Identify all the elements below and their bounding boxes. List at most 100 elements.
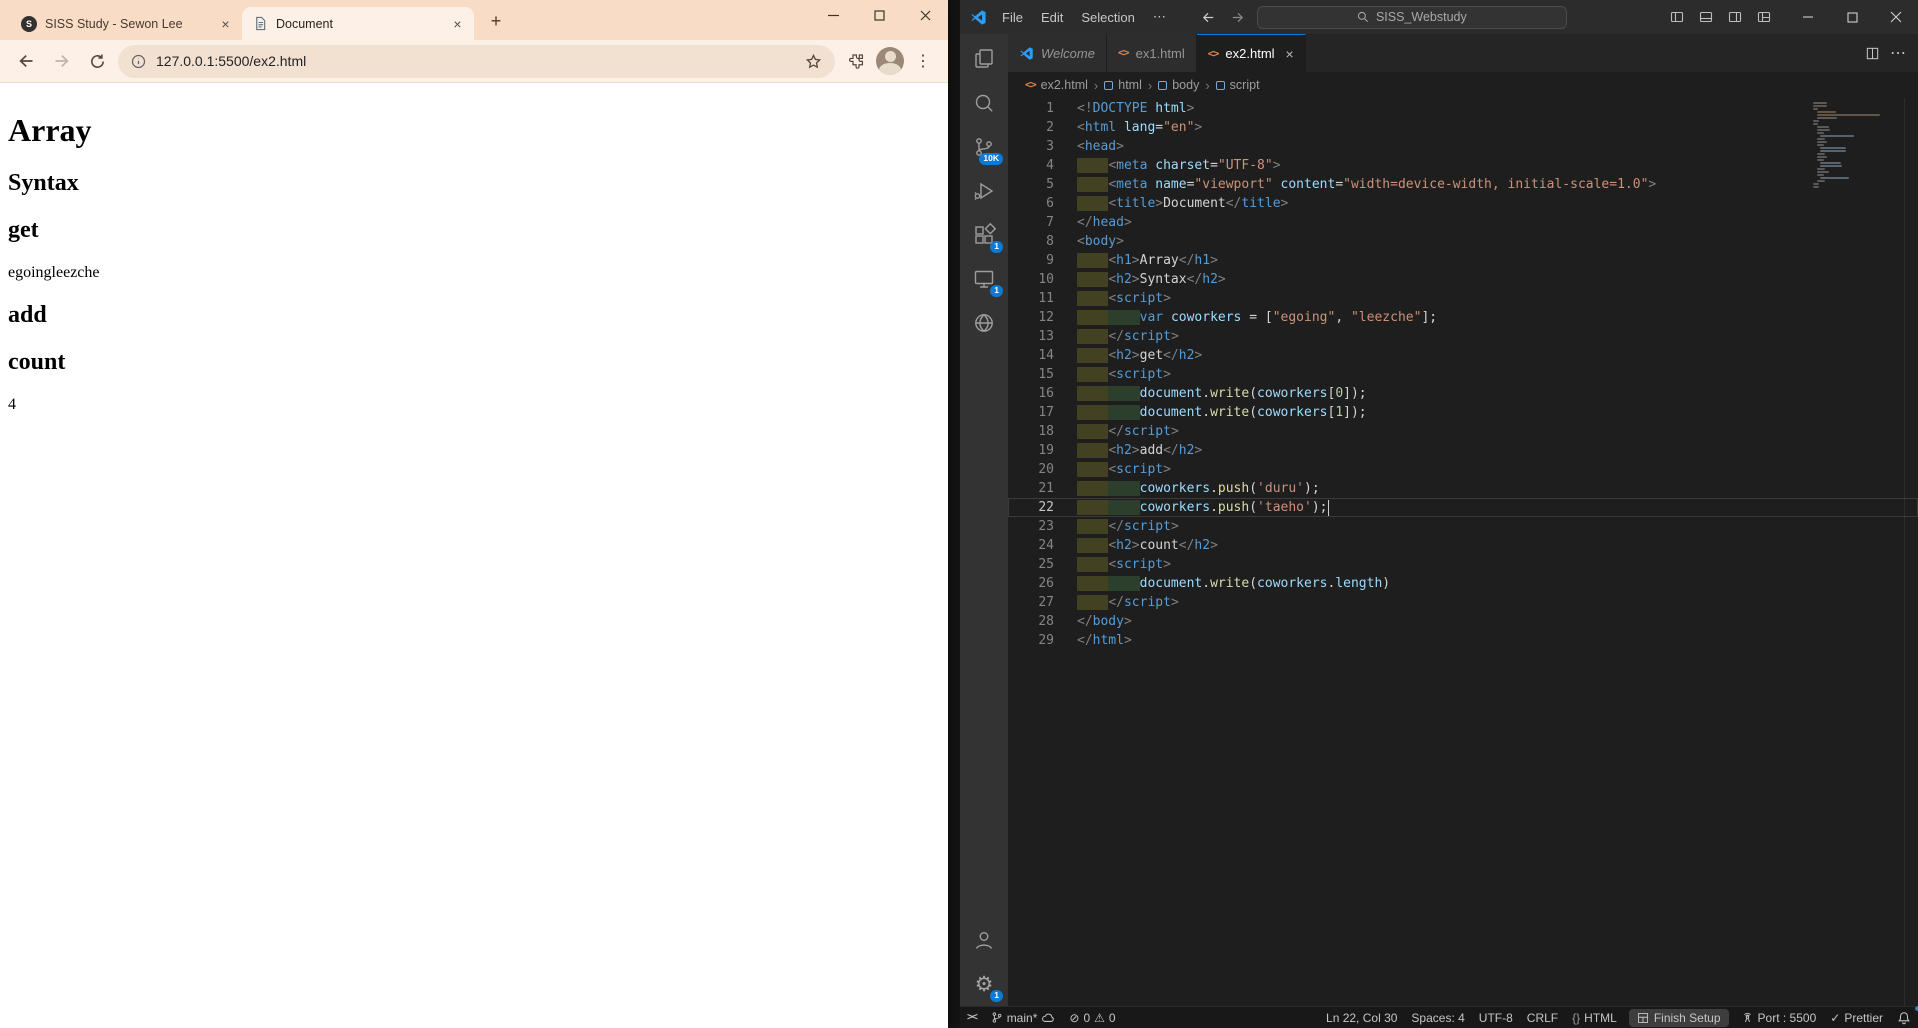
- code-line[interactable]: 28</body>: [1008, 612, 1918, 631]
- line-number: 13: [1008, 327, 1054, 346]
- breadcrumb-script[interactable]: script: [1230, 78, 1260, 92]
- menu-file[interactable]: File: [993, 0, 1032, 34]
- split-editor-icon[interactable]: [1865, 46, 1880, 61]
- code-line[interactable]: 16 document.write(coworkers[0]);: [1008, 384, 1918, 403]
- code-line[interactable]: 10 <h2>Syntax</h2>: [1008, 270, 1918, 289]
- code-line[interactable]: 8<body>: [1008, 232, 1918, 251]
- explorer-icon[interactable]: [960, 37, 1008, 81]
- run-debug-icon[interactable]: [960, 169, 1008, 213]
- omnibox[interactable]: 127.0.0.1:5500/ex2.html: [118, 45, 835, 78]
- code-line[interactable]: 14 <h2>get</h2>: [1008, 346, 1918, 365]
- breadcrumb-html[interactable]: html: [1118, 78, 1142, 92]
- toggle-panel-icon[interactable]: [1691, 3, 1720, 31]
- remote-indicator[interactable]: ><: [960, 1007, 984, 1028]
- menu-more[interactable]: ⋯: [1144, 0, 1175, 34]
- search-icon[interactable]: [960, 81, 1008, 125]
- line-number: 3: [1008, 137, 1054, 156]
- code-line[interactable]: 25 <script>: [1008, 555, 1918, 574]
- maximize-button[interactable]: [1830, 0, 1874, 34]
- command-center-search[interactable]: SISS_Webstudy: [1257, 6, 1567, 29]
- customize-layout-icon[interactable]: [1749, 3, 1778, 31]
- menu-selection[interactable]: Selection: [1072, 0, 1143, 34]
- code-line[interactable]: 4 <meta charset="UTF-8">: [1008, 156, 1918, 175]
- forward-button[interactable]: [46, 46, 77, 77]
- toggle-secondary-sidebar-icon[interactable]: [1720, 3, 1749, 31]
- code-line[interactable]: 13 </script>: [1008, 327, 1918, 346]
- editor-more-actions-icon[interactable]: ⋯: [1890, 43, 1906, 63]
- close-button[interactable]: [1874, 0, 1918, 34]
- browser-tab-active[interactable]: Document ×: [242, 7, 474, 40]
- indentation[interactable]: Spaces: 4: [1404, 1007, 1471, 1028]
- code-line[interactable]: 9 <h1>Array</h1>: [1008, 251, 1918, 270]
- code-line[interactable]: 19 <h2>add</h2>: [1008, 441, 1918, 460]
- eol-sequence[interactable]: CRLF: [1520, 1007, 1565, 1028]
- new-tab-button[interactable]: +: [482, 7, 510, 35]
- nav-forward-icon[interactable]: [1230, 10, 1245, 25]
- reload-button[interactable]: [82, 46, 113, 77]
- toggle-sidebar-icon[interactable]: [1662, 3, 1691, 31]
- site-info-icon[interactable]: [131, 54, 146, 69]
- code-line[interactable]: 11 <script>: [1008, 289, 1918, 308]
- minimap[interactable]: [1813, 102, 1885, 189]
- cursor-position[interactable]: Ln 22, Col 30: [1319, 1007, 1404, 1028]
- close-button[interactable]: [902, 0, 948, 30]
- prettier-item[interactable]: ✓ Prettier: [1823, 1007, 1890, 1028]
- menu-edit[interactable]: Edit: [1032, 0, 1072, 34]
- code-line[interactable]: 20 <script>: [1008, 460, 1918, 479]
- code-line[interactable]: 6 <title>Document</title>: [1008, 194, 1918, 213]
- minimap-line: [1813, 120, 1819, 122]
- extensions-puzzle-icon[interactable]: [840, 46, 871, 77]
- source-control-icon[interactable]: 10K: [960, 125, 1008, 169]
- live-server-port[interactable]: Port : 5500: [1734, 1007, 1824, 1028]
- back-button[interactable]: [10, 46, 41, 77]
- code-line[interactable]: 1<!DOCTYPE html>: [1008, 99, 1918, 118]
- url-text[interactable]: 127.0.0.1:5500/ex2.html: [156, 53, 795, 69]
- branch-item[interactable]: main*: [984, 1007, 1063, 1028]
- code-line[interactable]: 2<html lang="en">: [1008, 118, 1918, 137]
- minimize-button[interactable]: [810, 0, 856, 30]
- code-line[interactable]: 7</head>: [1008, 213, 1918, 232]
- tab-close-button[interactable]: ×: [217, 15, 234, 32]
- bookmark-star-icon[interactable]: [805, 53, 822, 70]
- code-line[interactable]: 12 var coworkers = ["egoing", "leezche"]…: [1008, 308, 1918, 327]
- nav-back-icon[interactable]: [1201, 10, 1216, 25]
- breadcrumb-body[interactable]: body: [1172, 78, 1199, 92]
- code-line[interactable]: 5 <meta name="viewport" content="width=d…: [1008, 175, 1918, 194]
- code-line[interactable]: 18 </script>: [1008, 422, 1918, 441]
- code-line[interactable]: 22 coworkers.push('taeho');: [1008, 498, 1918, 517]
- browser-tab[interactable]: S SISS Study - Sewon Lee ×: [10, 7, 242, 40]
- problems-item[interactable]: ⊘ 0 ⚠ 0: [1062, 1007, 1122, 1028]
- browser-menu-button[interactable]: ⋮: [909, 51, 938, 71]
- maximize-button[interactable]: [856, 0, 902, 30]
- code-line[interactable]: 27 </script>: [1008, 593, 1918, 612]
- notifications-bell[interactable]: [1890, 1007, 1918, 1028]
- finish-setup-button[interactable]: Finish Setup: [1629, 1009, 1729, 1027]
- settings-gear-icon[interactable]: ⚙ 1: [960, 962, 1008, 1006]
- tab-ex2[interactable]: <> ex2.html ×: [1197, 34, 1306, 72]
- remote-explorer-icon[interactable]: 1: [960, 257, 1008, 301]
- language-mode[interactable]: {} HTML: [1565, 1007, 1624, 1028]
- setup-grid-icon: [1637, 1012, 1649, 1024]
- profile-avatar[interactable]: [876, 47, 904, 75]
- code-line[interactable]: 23 </script>: [1008, 517, 1918, 536]
- live-server-globe-icon[interactable]: [960, 301, 1008, 345]
- line-number: 19: [1008, 441, 1054, 460]
- breadcrumb[interactable]: <> ex2.html › html › body › script: [1008, 72, 1918, 98]
- code-line[interactable]: 26 document.write(coworkers.length): [1008, 574, 1918, 593]
- account-icon[interactable]: [960, 918, 1008, 962]
- code-line[interactable]: 29</html>: [1008, 631, 1918, 650]
- tab-ex1[interactable]: <> ex1.html: [1107, 34, 1197, 72]
- extensions-icon[interactable]: 1: [960, 213, 1008, 257]
- tab-close-button[interactable]: ×: [449, 15, 466, 32]
- minimize-button[interactable]: [1786, 0, 1830, 34]
- breadcrumb-file[interactable]: ex2.html: [1041, 78, 1088, 92]
- code-line[interactable]: 3<head>: [1008, 137, 1918, 156]
- tab-close-button[interactable]: ×: [1286, 46, 1294, 62]
- code-editor[interactable]: 1<!DOCTYPE html>2<html lang="en">3<head>…: [1008, 98, 1918, 1006]
- code-line[interactable]: 24 <h2>count</h2>: [1008, 536, 1918, 555]
- code-line[interactable]: 21 coworkers.push('duru');: [1008, 479, 1918, 498]
- encoding[interactable]: UTF-8: [1472, 1007, 1520, 1028]
- code-line[interactable]: 17 document.write(coworkers[1]);: [1008, 403, 1918, 422]
- tab-welcome[interactable]: Welcome: [1008, 34, 1107, 72]
- code-line[interactable]: 15 <script>: [1008, 365, 1918, 384]
